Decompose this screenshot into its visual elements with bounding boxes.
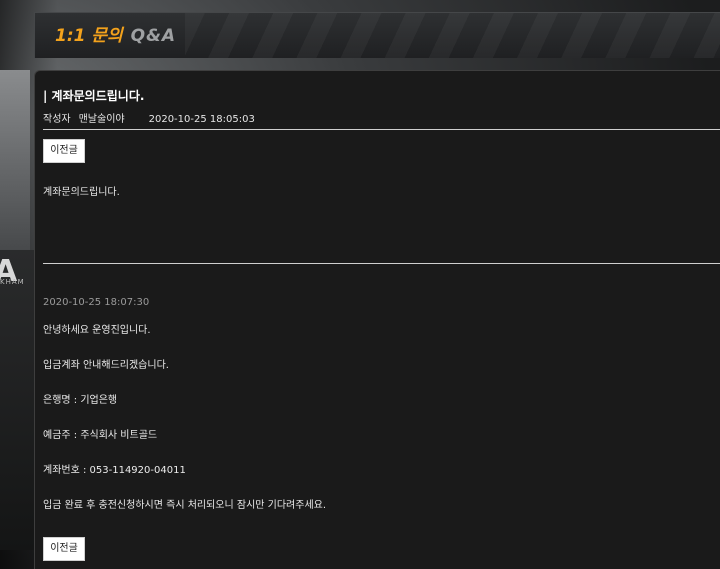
reply-line: 은행명 : 기업은행 <box>43 395 118 406</box>
page-title-sub: Q&A <box>130 26 177 46</box>
post-datetime: 2020-10-25 18:05:03 <box>148 114 255 125</box>
post-title: | 계좌문의드립니다. <box>43 89 145 103</box>
prev-post-button[interactable]: 이전글 <box>43 139 85 163</box>
post-body: 계좌문의드립니다. <box>43 187 120 198</box>
reply-datetime: 2020-10-25 18:07:30 <box>43 297 150 308</box>
page-header: 1:1 문의 Q&A <box>34 12 720 58</box>
divider <box>43 129 720 130</box>
prev-post-button-bottom[interactable]: 이전글 <box>43 537 85 561</box>
reply-line: 입금계좌 안내해드리겠습니다. <box>43 360 169 371</box>
page-title-main: 1:1 문의 <box>55 26 123 46</box>
author-label: 작성자 <box>43 114 71 125</box>
header-decoration <box>185 13 720 58</box>
divider <box>43 263 720 264</box>
reply-line: 안녕하세요 운영진입니다. <box>43 325 151 336</box>
page-title: 1:1 문의 Q&A <box>55 23 176 49</box>
background-sign-caption: KHAM <box>0 278 25 286</box>
author-name: 맨날술이야 <box>78 114 125 125</box>
background-building <box>0 70 30 280</box>
reply-line: 입금 완료 후 충전신청하시면 즉시 처리되오니 잠시만 기다려주세요. <box>43 500 327 511</box>
background-building-lower <box>0 250 34 550</box>
reply-line: 계좌번호 : 053-114920-04011 <box>43 465 186 476</box>
reply-line: 예금주 : 주식회사 비트골드 <box>43 430 158 441</box>
post-meta: 작성자 맨날술이야 2020-10-25 18:05:03 <box>43 110 255 125</box>
post-panel: | 계좌문의드립니다. 작성자 맨날술이야 2020-10-25 18:05:03 … <box>34 70 720 569</box>
